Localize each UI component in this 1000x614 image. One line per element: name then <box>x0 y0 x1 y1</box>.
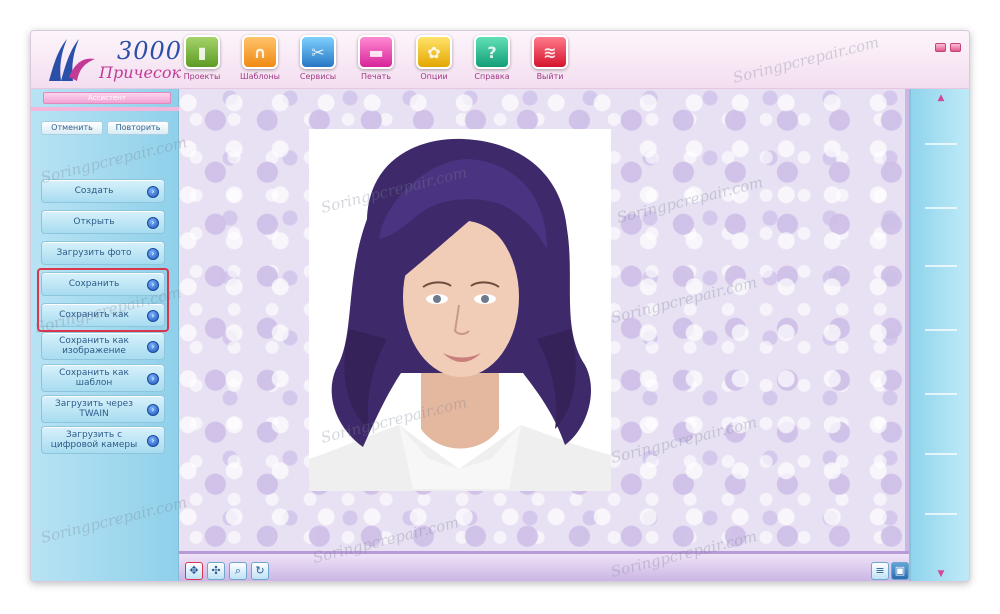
sidebar-item-label: Загрузить фото <box>56 248 132 258</box>
options-icon: ✿ <box>416 35 452 69</box>
header-toolbar: 3000 Причесок ▮ Проекты ∩ Шаблоны ✂ Серв… <box>31 31 969 89</box>
panel-line <box>925 393 957 395</box>
right-panel: ▲ ▼ <box>909 89 969 581</box>
arrow-right-icon: › <box>147 217 159 229</box>
sidebar-item-save-as-template[interactable]: Сохранить как шаблон › <box>41 364 165 392</box>
undo-button[interactable]: Отменить <box>41 121 103 135</box>
sidebar-item-label: Загрузить через TWAIN <box>55 399 133 419</box>
scroll-up-icon[interactable]: ▲ <box>933 93 949 103</box>
toolbar-label: Проекты <box>183 72 221 81</box>
toolbar-label: Сервисы <box>299 72 337 81</box>
toolbar-projects-button[interactable]: ▮ Проекты <box>177 35 227 85</box>
toolbar-label: Печать <box>361 72 391 81</box>
print-icon: ▬ <box>358 35 394 69</box>
arrow-right-icon: › <box>147 186 159 198</box>
panel-line <box>925 265 957 267</box>
help-icon: ? <box>474 35 510 69</box>
scroll-down-icon[interactable]: ▼ <box>933 569 949 579</box>
list-view-icon[interactable]: ≡ <box>871 562 889 580</box>
arrow-right-icon: › <box>147 373 159 385</box>
panel-line <box>925 453 957 455</box>
sidebar-item-create[interactable]: Создать › <box>41 179 165 203</box>
image-view-icon[interactable]: ▣ <box>891 562 909 580</box>
editing-canvas[interactable] <box>179 89 909 551</box>
app-window: 3000 Причесок ▮ Проекты ∩ Шаблоны ✂ Серв… <box>30 30 970 582</box>
toolbar-exit-button[interactable]: ≋ Выйти <box>525 35 575 85</box>
sidebar-item-load-twain[interactable]: Загрузить через TWAIN › <box>41 395 165 423</box>
sidebar-item-load-camera[interactable]: Загрузить с цифровой камеры › <box>41 426 165 454</box>
panel-line <box>925 143 957 145</box>
templates-icon: ∩ <box>242 35 278 69</box>
sidebar-item-load-photo[interactable]: Загрузить фото › <box>41 241 165 265</box>
arrow-right-icon: › <box>147 435 159 447</box>
toolbar-label: Опции <box>420 72 448 81</box>
toolbar-print-button[interactable]: ▬ Печать <box>351 35 401 85</box>
left-sidebar: Ассистент Отменить Повторить Создать › О… <box>31 89 179 581</box>
move-tool-icon[interactable]: ✥ <box>185 562 203 580</box>
toolbar-help-button[interactable]: ? Справка <box>467 35 517 85</box>
sidebar-item-label: Загрузить с цифровой камеры <box>50 430 138 450</box>
sidebar-item-label: Создать <box>74 186 114 196</box>
arrow-right-icon: › <box>147 248 159 260</box>
highlight-frame <box>37 268 169 332</box>
toolbar-templates-button[interactable]: ∩ Шаблоны <box>235 35 285 85</box>
redo-button[interactable]: Повторить <box>107 121 169 135</box>
toolbar-label: Шаблоны <box>240 72 280 81</box>
projects-icon: ▮ <box>184 35 220 69</box>
minimize-button[interactable] <box>935 43 946 52</box>
arrow-right-icon: › <box>147 404 159 416</box>
close-button[interactable] <box>950 43 961 52</box>
toolbar-options-button[interactable]: ✿ Опции <box>409 35 459 85</box>
logo-number: 3000 <box>117 37 183 65</box>
pan-tool-icon[interactable]: ✣ <box>207 562 225 580</box>
logo-subtitle: Причесок <box>99 63 182 82</box>
assistant-button[interactable]: Ассистент <box>43 92 171 104</box>
panel-line <box>925 513 957 515</box>
zoom-tool-icon[interactable]: ⌕ <box>229 562 247 580</box>
sidebar-item-save-as-image[interactable]: Сохранить как изображение › <box>41 332 165 360</box>
logo-mark-icon <box>49 39 95 81</box>
arrow-right-icon: › <box>147 341 159 353</box>
sidebar-divider <box>31 107 179 111</box>
sidebar-item-label: Открыть <box>73 217 115 227</box>
toolbar-services-button[interactable]: ✂ Сервисы <box>293 35 343 85</box>
sidebar-item-label: Сохранить как шаблон <box>59 368 129 388</box>
panel-line <box>925 329 957 331</box>
rotate-tool-icon[interactable]: ↻ <box>251 562 269 580</box>
bottom-toolbar: ✥ ✣ ⌕ ↻ ≡ ▣ <box>179 551 909 581</box>
toolbar-label: Выйти <box>536 72 564 81</box>
exit-icon: ≋ <box>532 35 568 69</box>
sidebar-item-open[interactable]: Открыть › <box>41 210 165 234</box>
toolbar-label: Справка <box>474 72 510 81</box>
portrait-photo[interactable] <box>309 129 611 491</box>
services-icon: ✂ <box>300 35 336 69</box>
portrait-with-hair-image <box>309 138 611 491</box>
app-logo: 3000 Причесок <box>37 35 181 85</box>
sidebar-item-label: Сохранить как изображение <box>59 336 129 356</box>
panel-line <box>925 207 957 209</box>
